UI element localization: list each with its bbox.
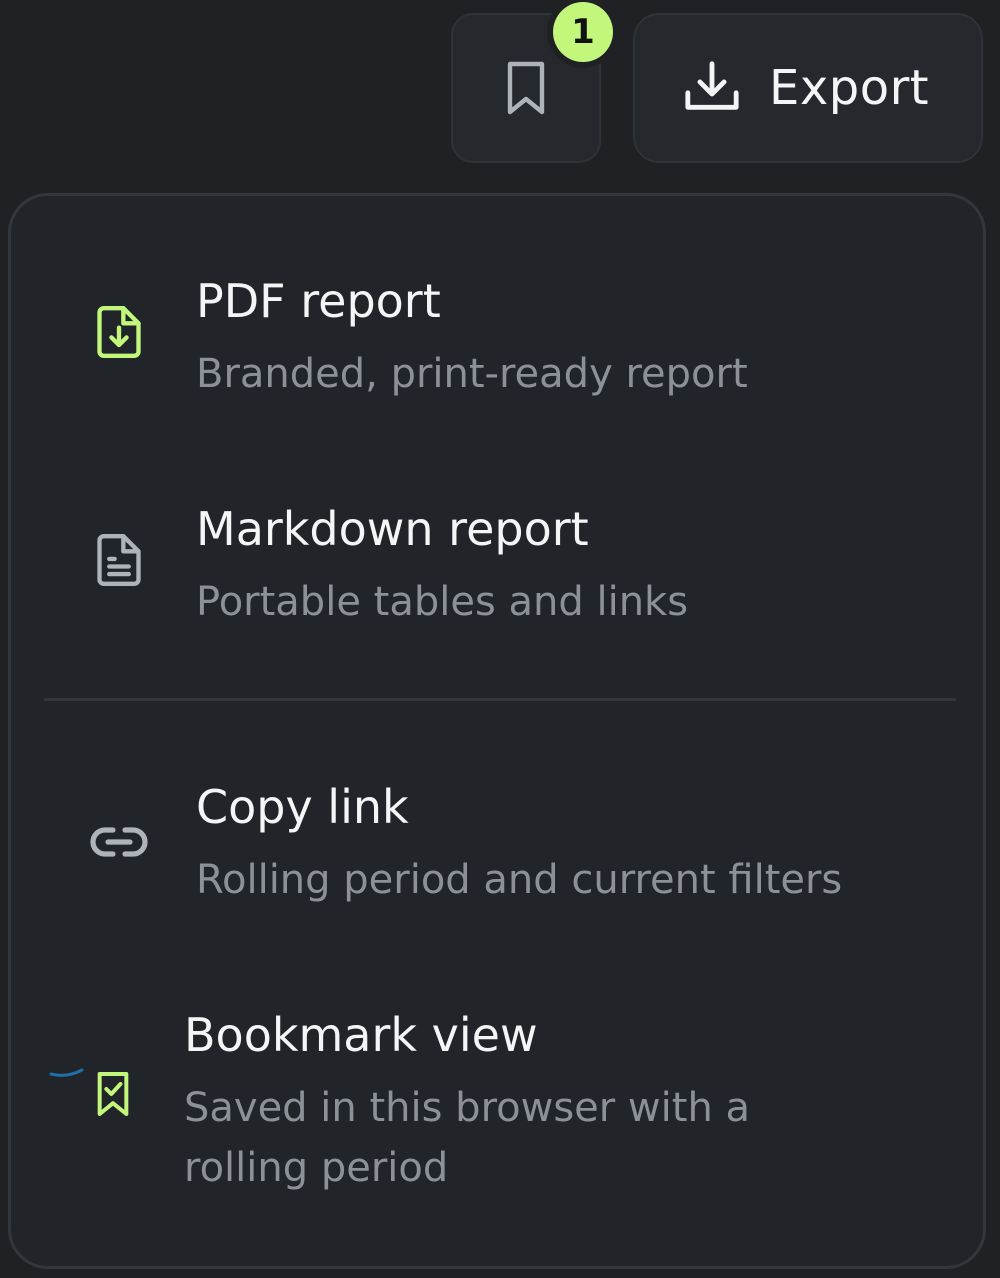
menu-divider bbox=[44, 698, 956, 701]
menu-item-description: Branded, print-ready report bbox=[196, 351, 748, 397]
menu-item-title: Bookmark view bbox=[184, 1008, 538, 1062]
export-menu: PDF report Branded, print-ready report M… bbox=[8, 193, 986, 1269]
file-download-icon bbox=[89, 300, 149, 364]
menu-item-markdown-report[interactable]: Markdown report Portable tables and link… bbox=[11, 436, 983, 676]
bookmark-count-badge: 1 bbox=[553, 2, 613, 62]
menu-item-title: PDF report bbox=[196, 274, 441, 328]
bookmark-icon bbox=[507, 61, 545, 115]
menu-item-pdf-report[interactable]: PDF report Branded, print-ready report bbox=[11, 196, 983, 436]
menu-item-title: Markdown report bbox=[196, 502, 589, 556]
export-toolbar: 1 Export bbox=[0, 0, 1000, 180]
export-button-label: Export bbox=[769, 60, 930, 116]
bookmark-check-icon bbox=[89, 1066, 137, 1122]
menu-item-description: Saved in this browser with a rolling per… bbox=[184, 1085, 751, 1191]
link-icon bbox=[87, 810, 151, 874]
menu-item-description: Portable tables and links bbox=[196, 579, 689, 625]
file-text-icon bbox=[89, 528, 149, 592]
export-button[interactable]: Export bbox=[633, 13, 983, 163]
menu-item-title: Copy link bbox=[196, 780, 409, 834]
menu-item-copy-link[interactable]: Copy link Rolling period and current fil… bbox=[11, 716, 983, 956]
menu-item-bookmark-view[interactable]: Bookmark view Saved in this browser with… bbox=[11, 956, 983, 1256]
download-icon bbox=[685, 61, 739, 110]
menu-item-description: Rolling period and current filters bbox=[196, 857, 843, 903]
